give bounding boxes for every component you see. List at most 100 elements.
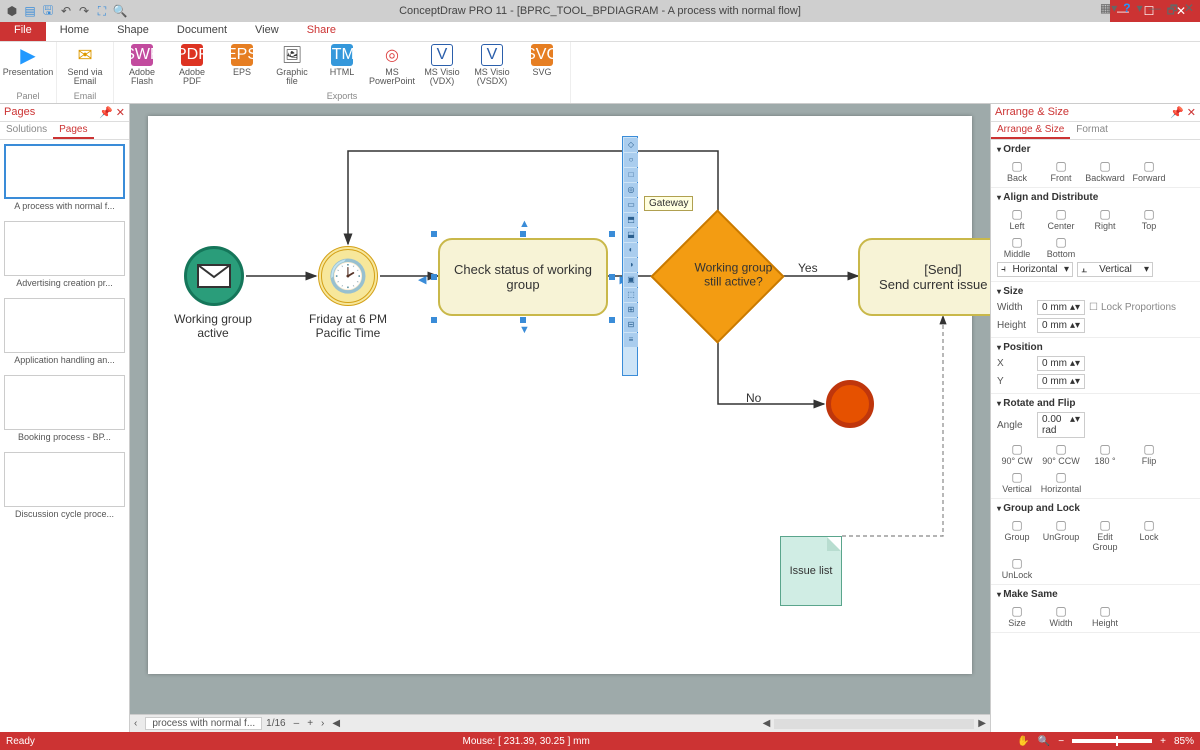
export-ms-visio-vsdx--button[interactable]: VMS Visio (VSDX) bbox=[470, 44, 514, 87]
distribute-horizontal-combo[interactable]: ⫞Horizontal▾ bbox=[997, 262, 1073, 277]
order-front-button[interactable]: ▢Front bbox=[1041, 159, 1081, 183]
undo-icon[interactable]: ↶ bbox=[58, 3, 74, 19]
ribbon-group-exports: SWFAdobe FlashPDFAdobe PDFEPSEPS🖼Graphic… bbox=[114, 42, 571, 103]
angle-input[interactable]: 0.00 rad▴▾ bbox=[1037, 412, 1085, 438]
same-width-button[interactable]: ▢Width bbox=[1041, 604, 1081, 628]
rotate-vertical-button[interactable]: ▢Vertical bbox=[997, 470, 1037, 494]
pin-icon[interactable]: 📌 ✕ bbox=[1170, 106, 1196, 119]
file-tab[interactable]: File bbox=[0, 22, 46, 41]
pos-y-input[interactable]: 0 mm▴▾ bbox=[1037, 374, 1085, 389]
align-center-button[interactable]: ▢Center bbox=[1041, 207, 1081, 231]
selection-handles[interactable]: ▲ ▼ ◀ ▶ bbox=[434, 234, 612, 320]
pan-hand-icon[interactable]: ✋ bbox=[1017, 736, 1029, 747]
group-ungroup-button[interactable]: ▢UnGroup bbox=[1041, 518, 1081, 552]
zoom-fit-icon[interactable]: 🔍 bbox=[1038, 736, 1050, 747]
task-send-issue-list[interactable]: [Send] Send current issue list bbox=[858, 238, 990, 316]
hscroll-left[interactable]: ◀ bbox=[759, 718, 775, 729]
page-tab-next[interactable]: › bbox=[317, 718, 328, 729]
same-height-button[interactable]: ▢Height bbox=[1085, 604, 1125, 628]
group-group-button[interactable]: ▢Group bbox=[997, 518, 1037, 552]
align-top-button[interactable]: ▢Top bbox=[1129, 207, 1169, 231]
rotate--ccw-button[interactable]: ▢90° CCW bbox=[1041, 442, 1081, 466]
canvas-viewport[interactable]: Working group active 🕑 Friday at 6 PM Pa… bbox=[130, 104, 990, 714]
group-unlock-button[interactable]: ▢UnLock bbox=[997, 556, 1037, 580]
export-svg-button[interactable]: SVGSVG bbox=[520, 44, 564, 87]
tab-document[interactable]: Document bbox=[163, 22, 241, 41]
page-thumbnail[interactable]: Booking process - BP... bbox=[4, 375, 125, 442]
page-thumbnail[interactable]: A process with normal f... bbox=[4, 144, 125, 211]
page-thumbnail[interactable]: Application handling an... bbox=[4, 298, 125, 365]
hscroll-right[interactable]: ▶ bbox=[974, 718, 990, 729]
group-lock-button[interactable]: ▢Lock bbox=[1129, 518, 1169, 552]
align-left-button[interactable]: ▢Left bbox=[997, 207, 1037, 231]
align-bottom-button[interactable]: ▢Bottom bbox=[1041, 235, 1081, 259]
rotate---button[interactable]: ▢180 ° bbox=[1085, 442, 1125, 466]
order-back-button[interactable]: ▢Back bbox=[997, 159, 1037, 183]
dropdown-icon[interactable]: ▾ bbox=[1137, 1, 1143, 22]
same-size-button[interactable]: ▢Size bbox=[997, 604, 1037, 628]
solutions-tab[interactable]: Solutions bbox=[0, 122, 53, 139]
hscroll[interactable] bbox=[774, 719, 974, 729]
zoom-slider[interactable] bbox=[1072, 739, 1152, 743]
start-event[interactable] bbox=[184, 246, 244, 306]
export-ms-visio-vdx--button[interactable]: VMS Visio (VDX) bbox=[420, 44, 464, 87]
page-thumbnail[interactable]: Discussion cycle proce... bbox=[4, 452, 125, 519]
app-icon[interactable]: ⬢ bbox=[4, 3, 20, 19]
page-thumbnail-list[interactable]: A process with normal f... Advertising cr… bbox=[0, 140, 129, 732]
rotate-flip-button[interactable]: ▢Flip bbox=[1129, 442, 1169, 466]
order-forward-button[interactable]: ▢Forward bbox=[1129, 159, 1169, 183]
smart-shape-toolbar[interactable]: ◇○□◎▭⬒⬓◐◑▣⬚⊞⊟≡ bbox=[622, 136, 638, 376]
new-doc-icon[interactable]: ▤ bbox=[22, 3, 38, 19]
group-edit-group-button[interactable]: ▢Edit Group bbox=[1085, 518, 1125, 552]
rotate--cw-button[interactable]: ▢90° CW bbox=[997, 442, 1037, 466]
export-adobe-pdf-button[interactable]: PDFAdobe PDF bbox=[170, 44, 214, 87]
format-tab[interactable]: Format bbox=[1070, 122, 1114, 139]
align-middle-button[interactable]: ▢Middle bbox=[997, 235, 1037, 259]
pane-close-icon[interactable]: ✕ bbox=[1184, 1, 1194, 22]
zoom-level[interactable]: 85% bbox=[1174, 736, 1194, 747]
page-thumbnail[interactable]: Advertising creation pr... bbox=[4, 221, 125, 288]
lock-proportions-checkbox[interactable]: ☐ Lock Proportions bbox=[1089, 302, 1176, 313]
distribute-vertical-combo[interactable]: ⫠Vertical▾ bbox=[1077, 262, 1153, 277]
page-tab-add[interactable]: + bbox=[303, 718, 317, 729]
send-email-button[interactable]: ✉ Send via Email bbox=[63, 44, 107, 87]
export-adobe-flash-button[interactable]: SWFAdobe Flash bbox=[120, 44, 164, 87]
export-ms-powerpoint-button[interactable]: ◎MS PowerPoint bbox=[370, 44, 414, 87]
drawing-page[interactable]: Working group active 🕑 Friday at 6 PM Pa… bbox=[148, 116, 972, 674]
pages-tab[interactable]: Pages bbox=[53, 122, 93, 139]
view-toggle-icon[interactable]: ▦▾ bbox=[1100, 1, 1117, 22]
tab-home[interactable]: Home bbox=[46, 22, 103, 41]
rotate-horizontal-button[interactable]: ▢Horizontal bbox=[1041, 470, 1081, 494]
gateway-still-active[interactable]: Working group still active? bbox=[670, 229, 765, 324]
data-object-issue-list[interactable]: Issue list bbox=[780, 536, 842, 606]
search-icon[interactable]: 🔍 bbox=[112, 3, 128, 19]
tab-share[interactable]: Share bbox=[293, 22, 350, 41]
page-tab[interactable]: process with normal f... bbox=[145, 717, 262, 730]
arrange-tab[interactable]: Arrange & Size bbox=[991, 122, 1070, 139]
pane-restore-icon[interactable]: 🗗 bbox=[1167, 1, 1178, 22]
page-tab-prev2[interactable]: ◀ bbox=[328, 718, 344, 729]
pane-minimize-icon[interactable]: — bbox=[1149, 1, 1161, 22]
align-right-button[interactable]: ▢Right bbox=[1085, 207, 1125, 231]
tab-view[interactable]: View bbox=[241, 22, 293, 41]
save-icon[interactable]: 🖫 bbox=[40, 3, 56, 19]
export-html-button[interactable]: HTMLHTML bbox=[320, 44, 364, 87]
tab-shape[interactable]: Shape bbox=[103, 22, 163, 41]
height-input[interactable]: 0 mm▴▾ bbox=[1037, 318, 1085, 333]
export-graphic-file-button[interactable]: 🖼Graphic file bbox=[270, 44, 314, 87]
redo-icon[interactable]: ↷ bbox=[76, 3, 92, 19]
help-icon[interactable]: ? bbox=[1123, 1, 1130, 22]
page-tab-minus[interactable]: – bbox=[290, 718, 304, 729]
zoom-out-button[interactable]: − bbox=[1058, 736, 1064, 747]
zoom-in-button[interactable]: + bbox=[1160, 736, 1166, 747]
pos-x-input[interactable]: 0 mm▴▾ bbox=[1037, 356, 1085, 371]
page-tab-first[interactable]: ‹ bbox=[130, 718, 141, 729]
pin-icon[interactable]: 📌 ✕ bbox=[99, 106, 125, 119]
presentation-button[interactable]: ▶ Presentation bbox=[6, 44, 50, 77]
export-eps-button[interactable]: EPSEPS bbox=[220, 44, 264, 87]
order-backward-button[interactable]: ▢Backward bbox=[1085, 159, 1125, 183]
timer-event[interactable]: 🕑 bbox=[318, 246, 378, 306]
maximize-icon[interactable]: ⛶ bbox=[94, 3, 110, 19]
end-event[interactable] bbox=[826, 380, 874, 428]
width-input[interactable]: 0 mm▴▾ bbox=[1037, 300, 1085, 315]
